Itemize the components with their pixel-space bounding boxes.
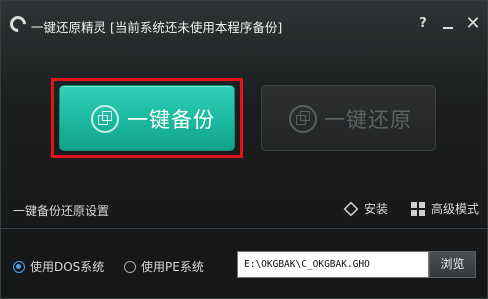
window-title: 一键还原精灵 [当前系统还未使用本程序备份]: [31, 20, 283, 35]
browse-button[interactable]: 浏览: [429, 251, 476, 278]
restore-icon: [289, 105, 317, 133]
restore-button-label: 一键还原: [324, 108, 412, 132]
advanced-mode-link[interactable]: 高级模式: [411, 200, 479, 217]
minimize-button[interactable]: [439, 15, 457, 33]
backup-icon: [91, 105, 119, 133]
radio-selected-icon: [13, 261, 25, 273]
advanced-mode-label: 高级模式: [431, 202, 480, 216]
install-label: 安装: [364, 202, 389, 216]
title-bar[interactable]: 一键还原精灵 [当前系统还未使用本程序备份] ? ✕: [1, 1, 487, 49]
backup-path-input[interactable]: [237, 251, 429, 278]
app-logo-icon: [6, 12, 30, 36]
backup-button-label: 一键备份: [127, 108, 215, 132]
close-button[interactable]: ✕: [464, 15, 482, 33]
cube-icon: [343, 201, 359, 217]
dos-radio[interactable]: 使用DOS系统: [13, 258, 104, 275]
install-link[interactable]: 安装: [343, 200, 389, 217]
pe-radio-label: 使用PE系统: [141, 260, 204, 274]
app-window: 一键还原精灵 [当前系统还未使用本程序备份] ? ✕ 一键备份 一键还原 一键备…: [0, 0, 488, 299]
pe-radio[interactable]: 使用PE系统: [124, 258, 204, 275]
restore-button[interactable]: 一键还原: [261, 85, 436, 151]
settings-title: 一键备份还原设置: [13, 204, 110, 218]
dos-radio-label: 使用DOS系统: [30, 260, 105, 274]
grid-icon: [411, 202, 425, 216]
radio-unselected-icon: [124, 261, 136, 273]
divider: [1, 228, 487, 229]
help-button[interactable]: ?: [414, 15, 432, 33]
backup-button[interactable]: 一键备份: [59, 85, 235, 151]
